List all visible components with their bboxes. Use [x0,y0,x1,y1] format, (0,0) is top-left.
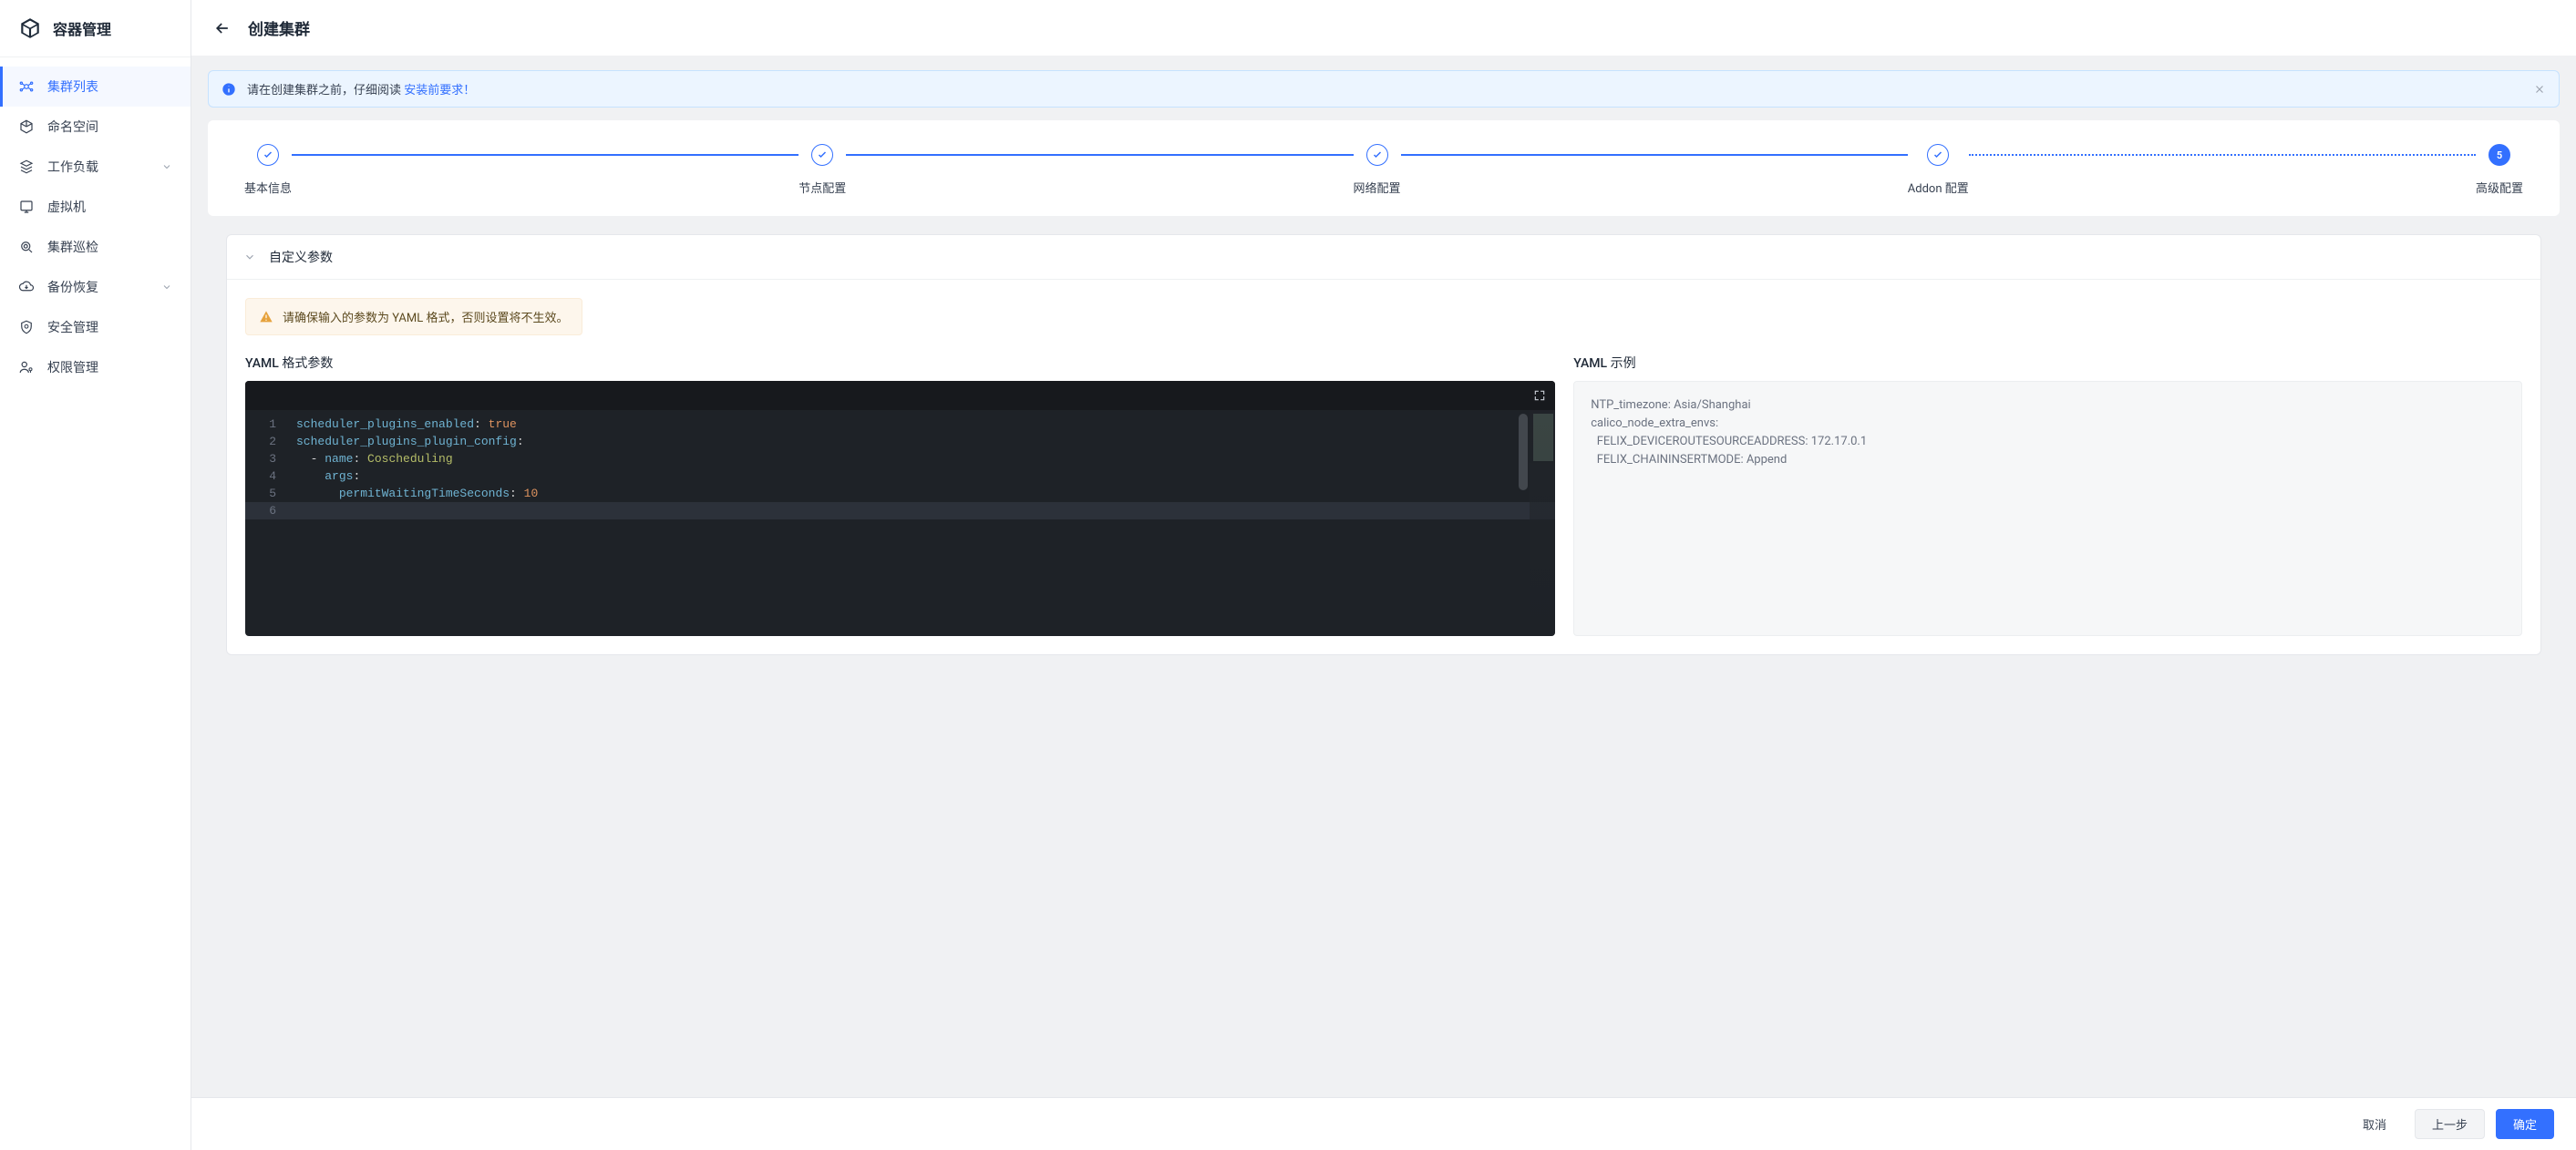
sidebar-item-security[interactable]: 安全管理 [0,307,191,347]
footer: 取消 上一步 确定 [191,1097,2576,1150]
info-banner: 请在创建集群之前，仔细阅读 安装前要求！ [208,70,2560,108]
sidebar-item-cluster-list[interactable]: 集群列表 [0,67,191,107]
brand-title: 容器管理 [53,17,111,39]
nav: 集群列表 命名空间 工作负载 虚拟机 [0,57,191,396]
chevron-down-icon [243,251,256,263]
main: 创建集群 请在创建集群之前，仔细阅读 安装前要求！ [191,0,2576,1150]
stack-icon [18,159,35,175]
step-connector [292,154,799,156]
prev-button[interactable]: 上一步 [2415,1109,2485,1139]
inspect-icon [18,239,35,255]
editor-title: YAML 格式参数 [245,354,1555,372]
step-label: 节点配置 [799,179,846,196]
chevron-down-icon [161,282,172,293]
page-header: 创建集群 [191,0,2576,56]
close-icon[interactable] [2533,83,2546,96]
step-label: 高级配置 [2476,179,2523,196]
check-icon [1927,144,1949,166]
sidebar-item-vm[interactable]: 虚拟机 [0,187,191,227]
step-addon-config[interactable]: Addon 配置 [1908,144,1969,196]
step-connector [846,154,1353,156]
code-content[interactable]: scheduler_plugins_enabled: true schedule… [245,410,1555,525]
info-link[interactable]: 安装前要求！ [404,84,475,98]
cube-icon [18,118,35,135]
step-label: 基本信息 [244,179,292,196]
brand-logo-icon [18,16,42,40]
info-text: 请在创建集群之前，仔细阅读 安装前要求！ [247,80,2522,98]
step-connector [1969,154,2476,156]
section-toggle[interactable]: 自定义参数 [227,235,2540,280]
custom-params-panel: 自定义参数 请确保输入的参数为 YAML 格式，否则设置将不生效。 YAML 格… [226,234,2541,655]
step-label: 网络配置 [1354,179,1401,196]
code-token: scheduler_plugins_enabled [296,417,474,431]
warning-banner: 请确保输入的参数为 YAML 格式，否则设置将不生效。 [245,298,582,335]
cancel-button[interactable]: 取消 [2345,1109,2404,1139]
step-label: Addon 配置 [1908,179,1969,196]
code-token: args [325,469,353,483]
step-connector [1401,154,1908,156]
sidebar-item-permission[interactable]: 权限管理 [0,347,191,387]
sidebar-item-label: 工作负载 [47,158,149,176]
sidebar-item-label: 安全管理 [47,318,172,336]
sidebar-item-label: 集群巡检 [47,238,172,256]
warning-icon [259,310,273,324]
sidebar: 容器管理 集群列表 命名空间 工作负载 [0,0,191,1150]
check-icon [257,144,279,166]
sidebar-item-namespace[interactable]: 命名空间 [0,107,191,147]
section-title: 自定义参数 [269,248,333,266]
code-token: name [325,452,353,466]
code-token: true [489,417,517,431]
step-number: 5 [2488,144,2510,166]
sidebar-item-label: 备份恢复 [47,278,149,296]
sidebar-item-label: 虚拟机 [47,198,172,216]
code-token: scheduler_plugins_plugin_config [296,435,517,448]
yaml-example: NTP_timezone: Asia/Shanghai calico_node_… [1573,381,2522,636]
content-scroller[interactable]: 请在创建集群之前，仔细阅读 安装前要求！ 基本信息 [191,56,2576,1150]
sidebar-item-workload[interactable]: 工作负载 [0,147,191,187]
section-body: 请确保输入的参数为 YAML 格式，否则设置将不生效。 YAML 格式参数 [227,280,2540,654]
shield-icon [18,319,35,335]
check-icon [1366,144,1388,166]
scrollbar-thumb[interactable] [1519,414,1528,490]
info-icon [222,82,236,97]
sidebar-item-label: 命名空间 [47,118,172,136]
user-key-icon [18,359,35,375]
cluster-icon [18,78,35,95]
sidebar-item-label: 集群列表 [47,77,172,96]
sidebar-item-label: 权限管理 [47,358,172,376]
yaml-editor[interactable]: 123456 scheduler_plugins_enabled: true s… [245,381,1555,636]
step-basic-info[interactable]: 基本信息 [244,144,292,196]
sidebar-item-inspection[interactable]: 集群巡检 [0,227,191,267]
step-advanced-config[interactable]: 5 高级配置 [2476,144,2523,196]
example-title: YAML 示例 [1573,354,2522,372]
steps: 基本信息 节点配置 网络配置 [208,120,2560,216]
code-token: 10 [524,487,539,500]
minimap[interactable] [1530,410,1555,636]
warning-text: 请确保输入的参数为 YAML 格式，否则设置将不生效。 [283,308,569,325]
line-gutter: 123456 [245,410,285,525]
vm-icon [18,199,35,215]
code-token: permitWaitingTimeSeconds [339,487,510,500]
sidebar-item-backup[interactable]: 备份恢复 [0,267,191,307]
info-text-prefix: 请在创建集群之前，仔细阅读 [247,84,404,98]
chevron-down-icon [161,161,172,172]
expand-icon[interactable] [1533,389,1546,402]
step-network-config[interactable]: 网络配置 [1354,144,1401,196]
confirm-button[interactable]: 确定 [2496,1109,2554,1139]
check-icon [811,144,833,166]
step-node-config[interactable]: 节点配置 [799,144,846,196]
back-arrow-icon[interactable] [213,19,232,37]
code-token: Coscheduling [367,452,453,466]
editor-toolbar [245,381,1555,410]
page-title: 创建集群 [248,16,310,39]
brand: 容器管理 [0,0,191,57]
backup-icon [18,279,35,295]
